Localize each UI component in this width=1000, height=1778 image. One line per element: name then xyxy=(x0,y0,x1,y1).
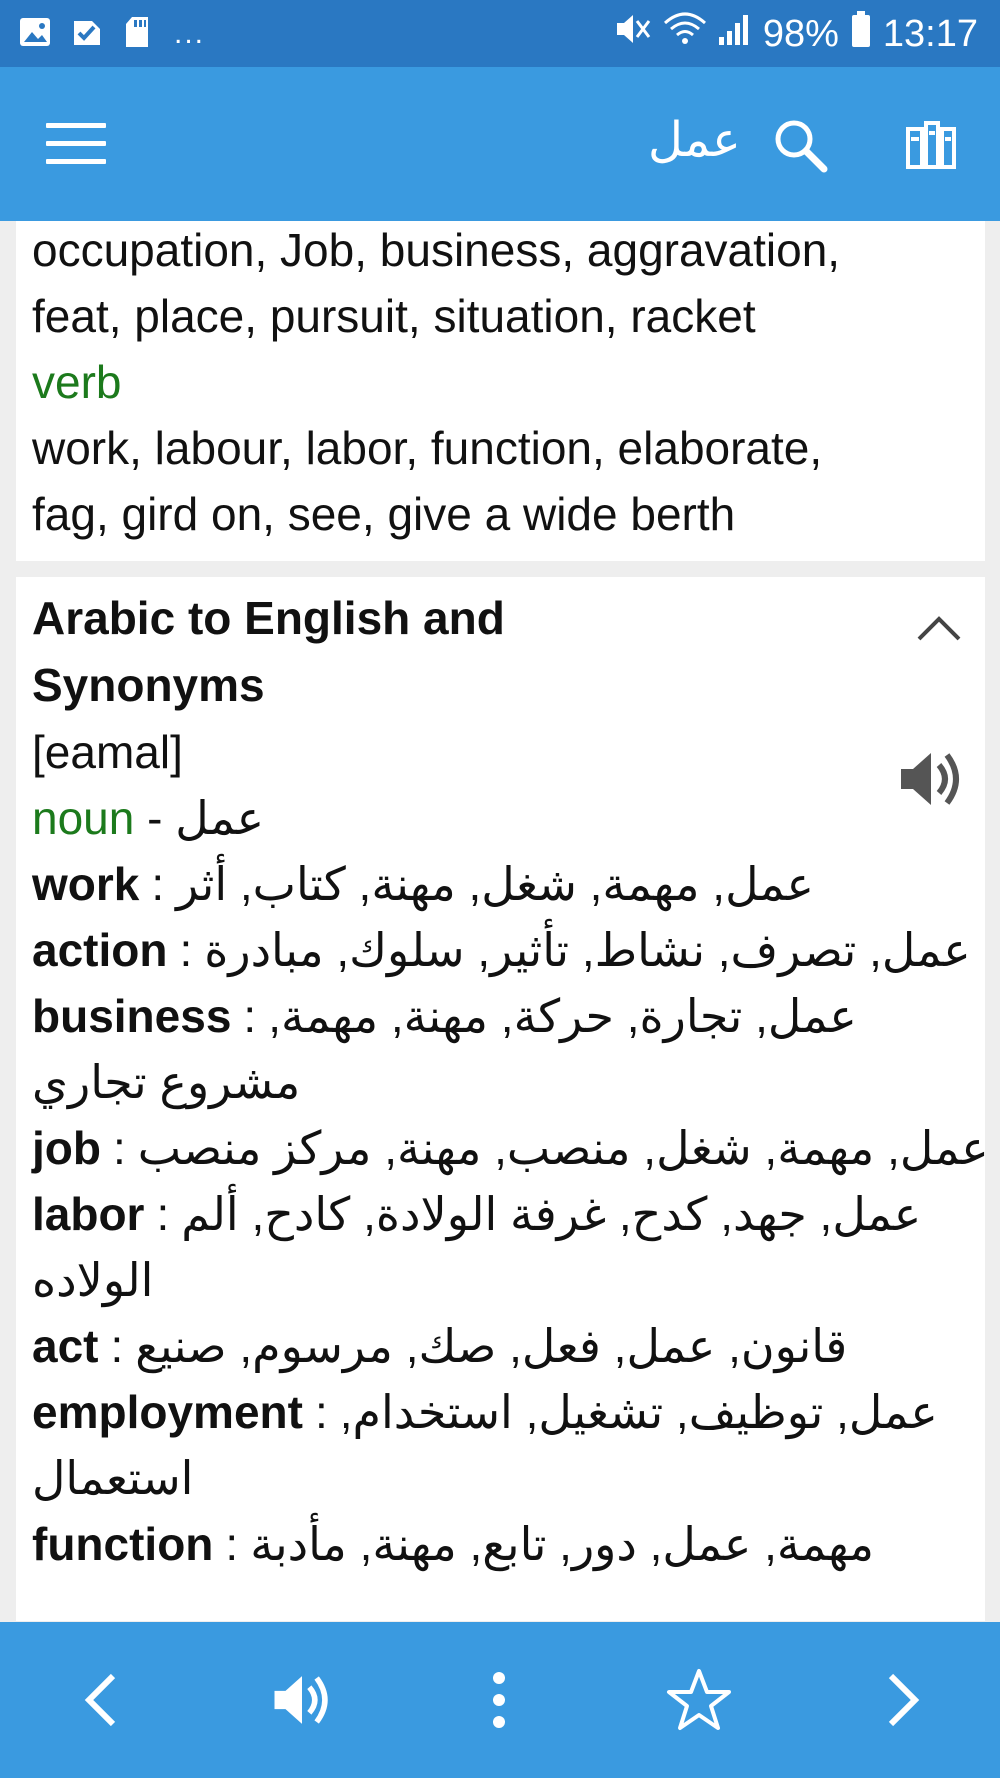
translation-row: labor: عمل, جهد, كدح, غرفة الولادة, كادح,… xyxy=(32,1181,921,1248)
chevron-right-icon[interactable] xyxy=(866,1662,942,1738)
entry-translations: قانون, عمل, فعل, صك, مرسوم, صنيع xyxy=(135,1320,848,1372)
chevron-up-icon[interactable] xyxy=(915,609,963,645)
translation-row: employment: عمل, توظيف, تشغيل, استخدام, xyxy=(32,1379,938,1446)
entry-translations: عمل, تجارة, حركة, مهنة, مهمة, xyxy=(268,990,857,1042)
entry-translations: عمل, مهمة, شغل, مهنة, كتاب, أثر xyxy=(176,858,814,910)
menu-icon[interactable] xyxy=(46,123,106,165)
translation-row: function: مهمة, عمل, دور, تابع, مهنة, مأد… xyxy=(32,1511,874,1578)
mute-icon xyxy=(613,9,653,59)
synonym-line: work, labour, labor, function, elaborate… xyxy=(32,422,823,474)
wifi-icon xyxy=(663,9,707,59)
status-bar: ... 98% 13:17 xyxy=(0,0,1000,67)
synonym-line: fag, gird on, see, give a wide berth xyxy=(32,488,736,540)
section-title: Synonyms xyxy=(32,659,265,711)
entry-colon: : xyxy=(243,990,257,1042)
entry-word: labor xyxy=(32,1188,145,1240)
bottom-toolbar xyxy=(0,1622,1000,1778)
speaker-icon[interactable] xyxy=(262,1662,342,1738)
section-title: Arabic to English and xyxy=(32,592,505,644)
entry-word: employment xyxy=(32,1386,303,1438)
entry-word: job xyxy=(32,1122,101,1174)
content-scroll[interactable]: occupation, Job, business, aggravation, … xyxy=(0,221,1000,1621)
entry-colon: : xyxy=(151,858,165,910)
pos-noun: noun xyxy=(32,792,135,844)
entry-word: business xyxy=(32,990,232,1042)
speaker-icon[interactable] xyxy=(895,743,967,815)
task-icon xyxy=(70,15,104,54)
translation-row: act: قانون, عمل, فعل, صك, مرسوم, صنيع xyxy=(32,1313,847,1380)
entry-word: act xyxy=(32,1320,99,1372)
entry-colon: : xyxy=(112,1122,126,1174)
chevron-left-icon[interactable] xyxy=(62,1662,138,1738)
noun-header: noun - عمل xyxy=(32,785,264,852)
books-icon[interactable] xyxy=(906,119,958,171)
search-query[interactable]: عمل xyxy=(648,111,741,171)
translation-row: work: عمل, مهمة, شغل, مهنة, كتاب, أثر xyxy=(32,851,814,918)
image-icon xyxy=(18,15,52,54)
more-notifications: ... xyxy=(174,17,206,50)
signal-icon xyxy=(717,9,753,59)
arabic-english-card: Arabic to English and Synonyms [eamal] n… xyxy=(16,577,989,1621)
entry-translations: مهمة, عمل, دور, تابع, مهنة, مأدبة xyxy=(250,1518,874,1570)
pos-verb: verb xyxy=(32,356,122,408)
synonyms-card: occupation, Job, business, aggravation, … xyxy=(16,221,985,561)
entry-colon: : xyxy=(156,1188,170,1240)
clock: 13:17 xyxy=(882,12,978,55)
synonym-line: feat, place, pursuit, situation, racket xyxy=(32,290,756,342)
entry-translations: عمل, توظيف, تشغيل, استخدام, xyxy=(339,1386,938,1438)
battery-level: 98% xyxy=(762,12,839,55)
entry-word: action xyxy=(32,924,168,976)
entry-word: work xyxy=(32,858,140,910)
translation-row: action: عمل, تصرف, نشاط, تأثير, سلوك, مبا… xyxy=(32,917,971,984)
entry-translations: عمل, تصرف, نشاط, تأثير, سلوك, مبادرة xyxy=(204,924,971,976)
translation-continuation: مشروع تجاري xyxy=(32,1056,301,1108)
search-icon[interactable] xyxy=(770,115,830,175)
synonym-line: occupation, Job, business, aggravation, xyxy=(32,224,841,276)
star-icon[interactable] xyxy=(660,1662,738,1738)
entry-colon: : xyxy=(225,1518,239,1570)
translation-row: job: عمل, مهمة, شغل, منصب, مهنة, مركز منص… xyxy=(32,1115,989,1182)
noun-separator: - xyxy=(134,792,176,844)
entry-word: function xyxy=(32,1518,214,1570)
translation-row: business: عمل, تجارة, حركة, مهنة, مهمة, xyxy=(32,983,857,1050)
battery-icon xyxy=(849,9,873,59)
noun-word: عمل xyxy=(175,792,265,844)
sd-card-icon xyxy=(122,15,152,54)
entry-colon: : xyxy=(110,1320,124,1372)
pronunciation: [eamal] xyxy=(32,726,183,778)
entry-translations: عمل, مهمة, شغل, منصب, مهنة, مركز منصب xyxy=(137,1122,989,1174)
translation-continuation: الولاده xyxy=(32,1254,154,1306)
app-bar: عمل xyxy=(0,67,1000,221)
more-vert-icon[interactable] xyxy=(474,1662,524,1738)
entry-colon: : xyxy=(179,924,193,976)
entry-colon: : xyxy=(314,1386,328,1438)
entry-translations: عمل, جهد, كدح, غرفة الولادة, كادح, ألم xyxy=(181,1188,922,1240)
translation-continuation: استعمال xyxy=(32,1452,194,1504)
